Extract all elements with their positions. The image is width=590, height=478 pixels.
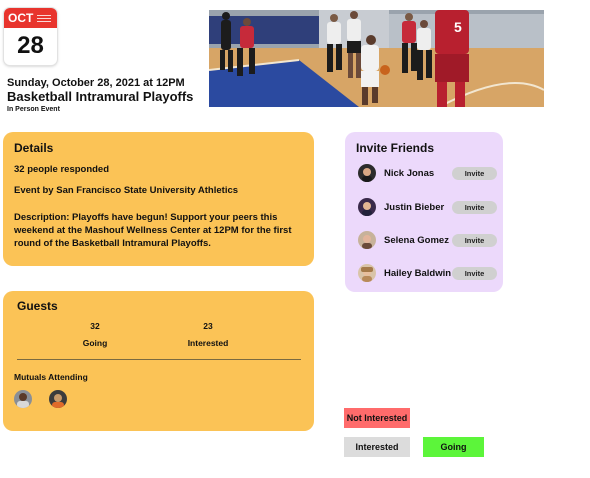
- not-interested-button[interactable]: Not Interested: [344, 408, 410, 428]
- interested-label: Interested: [187, 338, 229, 348]
- friend-avatar: [358, 198, 376, 216]
- invite-friends-heading: Invite Friends: [356, 141, 435, 155]
- friend-row: Hailey Baldwin Invite: [358, 263, 497, 283]
- invite-button[interactable]: Invite: [452, 266, 497, 280]
- event-title: Basketball Intramural Playoffs: [7, 89, 194, 104]
- invite-friends-card: Invite Friends Nick Jonas Invite Justin …: [345, 132, 503, 292]
- event-date: Sunday, October 28, 2021 at 12PM: [7, 77, 185, 89]
- interested-stat: 23 Interested: [178, 321, 238, 348]
- friend-avatar: [358, 264, 376, 282]
- responded-count: 32 people responded: [14, 164, 110, 175]
- friend-name: Selena Gomez: [384, 234, 449, 246]
- friend-name: Nick Jonas: [384, 167, 435, 179]
- invite-button[interactable]: Invite: [452, 233, 497, 247]
- friend-avatar: [358, 231, 376, 249]
- event-type: In Person Event: [7, 106, 60, 113]
- friend-name: Hailey Baldwin: [384, 267, 452, 279]
- event-description: Description: Playoffs have begun! Suppor…: [14, 212, 292, 249]
- calendar-month: OCT: [8, 11, 34, 25]
- friend-row: Selena Gomez Invite: [358, 230, 497, 250]
- interested-button[interactable]: Interested: [344, 437, 410, 457]
- details-card: Details 32 people responded Event by San…: [3, 132, 314, 266]
- svg-text:5: 5: [454, 19, 462, 35]
- friend-row: Justin Bieber Invite: [358, 197, 497, 217]
- divider: [17, 359, 301, 360]
- calendar-day: 28: [17, 32, 44, 59]
- invite-button[interactable]: Invite: [452, 166, 497, 180]
- mutual-avatar[interactable]: [49, 390, 67, 408]
- details-heading: Details: [14, 141, 54, 155]
- event-host: Event by San Francisco State University …: [14, 185, 239, 196]
- friend-avatar: [358, 164, 376, 182]
- guests-heading: Guests: [17, 299, 58, 313]
- going-stat: 32 Going: [65, 321, 125, 348]
- calendar-header: OCT: [4, 8, 57, 28]
- mutuals-label: Mutuals Attending: [14, 372, 88, 382]
- going-button[interactable]: Going: [423, 437, 484, 457]
- invite-button[interactable]: Invite: [452, 200, 497, 214]
- friend-row: Nick Jonas Invite: [358, 163, 497, 183]
- basketball-game-image: 5: [209, 10, 544, 107]
- going-count: 32: [90, 321, 100, 331]
- event-photo: 5: [209, 10, 544, 107]
- going-label: Going: [82, 338, 108, 348]
- friend-name: Justin Bieber: [384, 201, 445, 213]
- interested-count: 23: [203, 321, 213, 331]
- calendar-icon: OCT 28: [4, 8, 57, 65]
- guests-card: Guests 32 Going 23 Interested Mutuals At…: [3, 291, 314, 431]
- calendar-logo-lines: [37, 14, 52, 22]
- mutual-avatar[interactable]: [14, 390, 32, 408]
